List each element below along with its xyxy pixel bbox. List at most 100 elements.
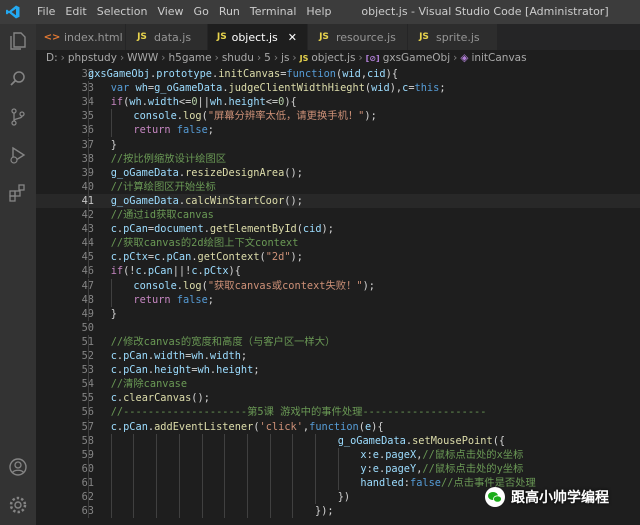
- indent-guide: [88, 81, 89, 96]
- menu-view[interactable]: View: [152, 0, 188, 24]
- line-number: 46: [81, 265, 94, 278]
- code-line[interactable]: 59 x:e.pageX,//鼠标点击处的x坐标: [36, 447, 640, 462]
- close-icon[interactable]: ✕: [288, 31, 297, 44]
- code-line[interactable]: 50: [36, 321, 640, 335]
- code-line[interactable]: 46 if(!c.pCan||!c.pCtx){: [36, 264, 640, 279]
- code-token: ();: [191, 392, 210, 405]
- line-number: 36: [81, 124, 94, 137]
- indent-guide: [156, 490, 158, 504]
- breadcrumb-item[interactable]: h5game: [169, 52, 212, 64]
- code-editor[interactable]: 32 gxsGameObj.prototype.initCanvas=functi…: [36, 67, 640, 525]
- code-text: if(wh.width<=0||wh.height<=0){: [111, 95, 297, 109]
- code-line[interactable]: 49}: [36, 306, 640, 321]
- indent-guide: [178, 475, 180, 490]
- code-line[interactable]: 51 //修改canvas的宽度和高度（与客户区一样大）: [36, 334, 640, 349]
- menu-terminal[interactable]: Terminal: [245, 0, 302, 24]
- tab-resource-js[interactable]: JS resource.js: [308, 24, 408, 50]
- code-line[interactable]: 42 //通过id获取canvas: [36, 208, 640, 222]
- tab-object-js[interactable]: JS object.js ✕: [208, 24, 308, 50]
- code-token: ;: [253, 364, 260, 377]
- code-line[interactable]: 48 return false;: [36, 292, 640, 307]
- code-token: wid: [371, 82, 390, 95]
- search-icon[interactable]: [7, 68, 29, 90]
- breadcrumb-item[interactable]: WWW: [127, 52, 158, 64]
- indent-guide: [269, 433, 271, 448]
- settings-icon[interactable]: [7, 494, 29, 516]
- menu-run[interactable]: Run: [214, 0, 245, 24]
- code-line[interactable]: 47 console.log("获取canvas或context失败！");: [36, 278, 640, 293]
- chevron-right-icon: ›: [119, 52, 125, 64]
- line-number: 53: [81, 364, 94, 377]
- code-token: ({: [492, 434, 506, 447]
- js-file-icon: JS: [137, 32, 147, 42]
- code-token: getElementById: [209, 223, 297, 236]
- breadcrumb-item[interactable]: initCanvas: [471, 52, 526, 64]
- menu-edit[interactable]: Edit: [60, 0, 91, 24]
- code-line[interactable]: 41 g_oGameData.calcWinStartCoor();: [36, 193, 640, 208]
- code-token: ;: [207, 293, 214, 306]
- code-line[interactable]: 55 c.clearCanvas();: [36, 391, 640, 406]
- code-token: false: [176, 293, 208, 306]
- code-line[interactable]: 56 //--------------------第5课 游戏中的事件处理----…: [36, 405, 640, 420]
- code-line[interactable]: 37}: [36, 137, 640, 152]
- code-token: setMousePoint: [412, 434, 493, 447]
- line-number: 39: [81, 166, 94, 179]
- chevron-right-icon: ›: [292, 52, 297, 64]
- menu-file[interactable]: File: [32, 0, 60, 24]
- breadcrumb-item[interactable]: gxsGameObj: [383, 52, 450, 64]
- tab-sprite-js[interactable]: JS sprite.js: [408, 24, 498, 50]
- breadcrumb-item[interactable]: 5: [264, 52, 271, 64]
- code-line[interactable]: 60 y:e.pageY,//鼠标点击处的y坐标: [36, 461, 640, 476]
- code-line[interactable]: 44 //获取canvas的2d绘图上下文context: [36, 236, 640, 251]
- line-number: 55: [81, 392, 94, 405]
- code-line[interactable]: 40 //计算绘图区开始坐标: [36, 179, 640, 194]
- code-line[interactable]: 52 c.pCan.width=wh.width;: [36, 349, 640, 363]
- code-line[interactable]: 58 g_oGameData.setMousePoint({: [36, 433, 640, 448]
- breadcrumb-item[interactable]: js: [281, 52, 289, 64]
- breadcrumb-item[interactable]: shudu: [222, 52, 254, 64]
- menu-selection[interactable]: Selection: [92, 0, 153, 24]
- tab-data-js[interactable]: JS data.js: [126, 24, 208, 50]
- activity-bar: [0, 24, 36, 525]
- code-line[interactable]: 33 var wh=g_oGameData.judgeClientWidthHie…: [36, 81, 640, 96]
- extensions-icon[interactable]: [7, 182, 29, 204]
- breadcrumb-item[interactable]: object.js: [311, 52, 355, 64]
- indent-guide: [246, 475, 248, 490]
- source-control-icon[interactable]: [7, 106, 29, 128]
- code-line[interactable]: 54 //清除canvase: [36, 377, 640, 392]
- code-token: calcWinStartCoor: [185, 194, 285, 207]
- code-text: //计算绘图区开始坐标: [111, 180, 216, 194]
- code-token: getContext: [197, 251, 260, 264]
- code-line[interactable]: 45 c.pCtx=c.pCan.getContext("2d");: [36, 250, 640, 265]
- account-icon[interactable]: [7, 456, 29, 478]
- code-token: width: [154, 350, 186, 362]
- code-line[interactable]: 36 return false;: [36, 123, 640, 138]
- code-line[interactable]: 57 c.pCan.addEventListener('click',functi…: [36, 419, 640, 434]
- breadcrumb-item[interactable]: phpstudy: [68, 52, 117, 64]
- run-debug-icon[interactable]: [7, 144, 29, 166]
- code-token: addEventListener: [154, 420, 254, 433]
- tab-index-html[interactable]: <> index.html: [36, 24, 126, 50]
- indent-guide: [88, 250, 89, 265]
- code-line[interactable]: 38 //按比例缩放设计绘图区: [36, 151, 640, 166]
- line-number: 33: [81, 82, 94, 95]
- editor-tabs: <> index.html JS data.js JS object.js ✕ …: [36, 24, 640, 50]
- code-line[interactable]: 53 c.pCan.height=wh.height;: [36, 363, 640, 378]
- explorer-icon[interactable]: [7, 30, 29, 52]
- menu-help[interactable]: Help: [301, 0, 336, 24]
- indent-guide: [178, 504, 180, 519]
- code-line[interactable]: 35 console.log("屏幕分辨率太低，请更换手机！");: [36, 109, 640, 124]
- code-text: g_oGameData.calcWinStartCoor();: [111, 194, 303, 208]
- indent-guide: [133, 475, 135, 490]
- indent-guide: [156, 475, 158, 490]
- menu-go[interactable]: Go: [189, 0, 214, 24]
- code-text: return false;: [133, 123, 214, 137]
- code-line[interactable]: 43 c.pCan=document.getElementById(cid);: [36, 222, 640, 237]
- code-line[interactable]: 34 if(wh.width<=0||wh.height<=0){: [36, 95, 640, 110]
- code-line[interactable]: 32 gxsGameObj.prototype.initCanvas=functi…: [36, 67, 640, 81]
- code-text: //按比例缩放设计绘图区: [111, 152, 226, 166]
- indent-guide: [88, 222, 89, 237]
- indent-guide: [88, 306, 89, 321]
- breadcrumb-item[interactable]: D:: [46, 52, 58, 64]
- code-line[interactable]: 39 g_oGameData.resizeDesignArea();: [36, 165, 640, 180]
